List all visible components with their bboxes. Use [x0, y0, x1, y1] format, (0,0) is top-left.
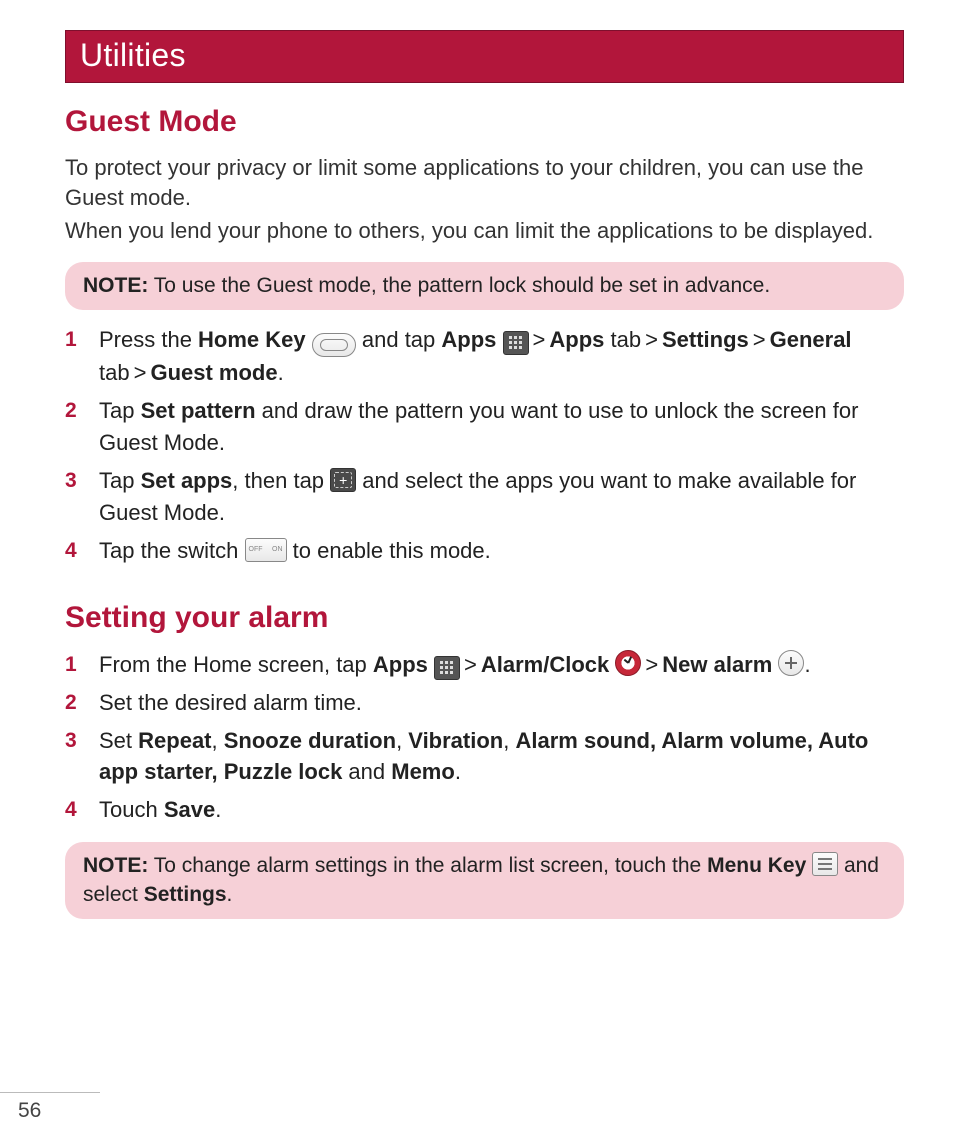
text: .	[804, 652, 810, 677]
separator: >	[529, 327, 550, 352]
step-1: 1 From the Home screen, tap Apps >Alarm/…	[65, 649, 904, 681]
memo-label: Memo	[391, 759, 455, 784]
home-key-icon	[312, 333, 356, 357]
settings-label: Settings	[144, 883, 227, 906]
text: , then tap	[232, 468, 330, 493]
step-3: 3 Tap Set apps, then tap and select the …	[65, 465, 904, 529]
text: .	[215, 797, 221, 822]
step-3: 3 Set Repeat, Snooze duration, Vibration…	[65, 725, 904, 789]
menu-key-label: Menu Key	[707, 854, 806, 877]
set-apps-label: Set apps	[141, 468, 233, 493]
text: tab	[99, 360, 130, 385]
alarm-clock-icon	[615, 650, 641, 676]
snooze-label: Snooze duration	[224, 728, 396, 753]
text: Tap	[99, 398, 141, 423]
separator: >	[749, 327, 770, 352]
step-number: 3	[65, 465, 99, 496]
step-number: 3	[65, 725, 99, 756]
text: .	[278, 360, 284, 385]
note-alarm: NOTE: To change alarm settings in the al…	[65, 842, 904, 919]
new-alarm-label: New alarm	[662, 652, 772, 677]
chapter-banner: Utilities	[65, 30, 904, 83]
note-text: To use the Guest mode, the pattern lock …	[148, 274, 770, 297]
steps-alarm: 1 From the Home screen, tap Apps >Alarm/…	[65, 649, 904, 826]
text: .	[455, 759, 461, 784]
text: ,	[503, 728, 515, 753]
settings-label: Settings	[662, 327, 749, 352]
general-label: General	[770, 327, 852, 352]
apps-tab-label: Apps	[549, 327, 604, 352]
section-alarm-heading: Setting your alarm	[65, 601, 904, 635]
note-text: .	[227, 883, 233, 906]
menu-key-icon	[812, 852, 838, 876]
step-number: 1	[65, 649, 99, 680]
step-4: 4 Touch Save.	[65, 794, 904, 826]
text: ,	[396, 728, 408, 753]
note-label: NOTE:	[83, 274, 148, 297]
text: tab	[604, 327, 641, 352]
step-4: 4 Tap the switch to enable this mode.	[65, 535, 904, 567]
step-number: 1	[65, 324, 99, 355]
separator: >	[641, 327, 662, 352]
home-key-label: Home Key	[198, 327, 306, 352]
text: Set the desired alarm time.	[99, 690, 362, 715]
separator: >	[460, 652, 481, 677]
note-guest-mode: NOTE: To use the Guest mode, the pattern…	[65, 262, 904, 310]
text: to enable this mode.	[287, 538, 491, 563]
text: Set	[99, 728, 138, 753]
text: Tap	[99, 468, 141, 493]
new-alarm-plus-icon	[778, 650, 804, 676]
step-number: 2	[65, 395, 99, 426]
manual-page: Utilities Guest Mode To protect your pri…	[0, 0, 954, 1145]
page-number: 56	[0, 1092, 100, 1123]
step-number: 2	[65, 687, 99, 718]
separator: >	[130, 360, 151, 385]
set-pattern-label: Set pattern	[141, 398, 256, 423]
steps-guest-mode: 1 Press the Home Key and tap Apps >Apps …	[65, 324, 904, 566]
section-guest-mode-heading: Guest Mode	[65, 105, 904, 139]
separator: >	[641, 652, 662, 677]
text: ,	[212, 728, 224, 753]
step-2: 2 Set the desired alarm time.	[65, 687, 904, 719]
note-label: NOTE:	[83, 854, 148, 877]
text: Touch	[99, 797, 164, 822]
step-1: 1 Press the Home Key and tap Apps >Apps …	[65, 324, 904, 389]
step-2: 2 Tap Set pattern and draw the pattern y…	[65, 395, 904, 459]
add-app-icon	[330, 468, 356, 492]
apps-label: Apps	[373, 652, 428, 677]
apps-icon	[434, 656, 460, 680]
save-label: Save	[164, 797, 215, 822]
text: and	[342, 759, 391, 784]
guest-mode-label: Guest mode	[150, 360, 277, 385]
apps-label: Apps	[441, 327, 496, 352]
guest-mode-paragraph-1: To protect your privacy or limit some ap…	[65, 153, 904, 212]
guest-mode-paragraph-2: When you lend your phone to others, you …	[65, 216, 904, 246]
text: and tap	[356, 327, 442, 352]
step-number: 4	[65, 535, 99, 566]
text: Tap the switch	[99, 538, 245, 563]
apps-icon	[503, 331, 529, 355]
vibration-label: Vibration	[408, 728, 503, 753]
repeat-label: Repeat	[138, 728, 211, 753]
step-number: 4	[65, 794, 99, 825]
toggle-switch-icon	[245, 538, 287, 562]
note-text: To change alarm settings in the alarm li…	[148, 854, 707, 877]
text: Press the	[99, 327, 198, 352]
text: From the Home screen, tap	[99, 652, 373, 677]
alarm-clock-label: Alarm/Clock	[481, 652, 609, 677]
